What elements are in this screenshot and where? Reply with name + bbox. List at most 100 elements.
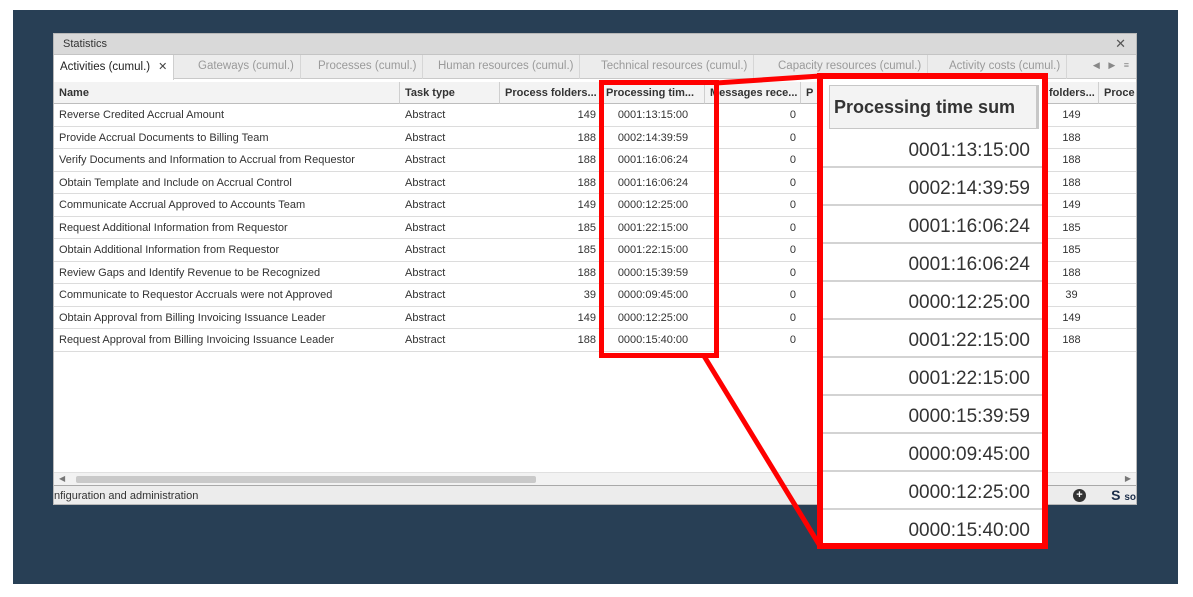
cell-name: Obtain Additional Information from Reque… xyxy=(59,244,280,256)
cell-messages-received: 0 xyxy=(789,311,796,324)
column-header-messages-received[interactable]: Messages rece... xyxy=(705,82,801,104)
cell-folders: 39 xyxy=(1065,289,1078,301)
tab-processes[interactable]: Processes (cumul.) xyxy=(312,55,424,79)
cell-process-folders: 188 xyxy=(577,154,596,166)
cell-task-type: Abstract xyxy=(405,266,446,279)
cell-process-folders: 149 xyxy=(577,311,596,324)
cell-process-folders: 188 xyxy=(577,266,596,279)
tab-label: Activities (cumul.) xyxy=(60,61,151,73)
cell-messages-received: 0 xyxy=(789,131,796,144)
title-bar: Statistics ✕ xyxy=(54,34,1136,55)
scrollbar-thumb[interactable] xyxy=(76,476,536,483)
scroll-left-icon[interactable]: ◀ xyxy=(59,474,65,483)
callout-value: 0001:16:06:24 xyxy=(823,244,1042,282)
tab-label: Gateways (cumul.) xyxy=(198,60,294,72)
cell-name: Provide Accrual Documents to Billing Tea… xyxy=(59,131,269,144)
cell-process-folders: 149 xyxy=(577,109,596,121)
cell-task-type: Abstract xyxy=(405,154,446,166)
tab-gateways[interactable]: Gateways (cumul.) xyxy=(192,55,301,79)
cell-folders: 149 xyxy=(1062,109,1081,121)
cell-name: Request Additional Information from Requ… xyxy=(59,221,288,234)
cell-messages-received: 0 xyxy=(789,266,796,279)
cell-messages-received: 0 xyxy=(789,334,796,346)
callout-value: 0002:14:39:59 xyxy=(823,168,1042,206)
logo-mark: S xyxy=(1111,487,1121,503)
cell-folders: 149 xyxy=(1062,311,1081,324)
tab-technical-resources[interactable]: Technical resources (cumul.) xyxy=(595,55,755,79)
callout-value: 0001:22:15:00 xyxy=(823,320,1042,358)
cell-task-type: Abstract xyxy=(405,311,446,324)
callout-value: 0000:15:39:59 xyxy=(823,396,1042,434)
cell-process-folders: 39 xyxy=(583,289,596,301)
highlight-box xyxy=(599,80,719,358)
callout-header: Processing time sum xyxy=(829,85,1039,129)
callout-value: 0001:16:06:24 xyxy=(823,206,1042,244)
cell-folders: 149 xyxy=(1062,199,1081,211)
zoom-callout: Processing time sum 0001:13:15:00 0002:14… xyxy=(817,73,1048,549)
cell-name: Verify Documents and Information to Accr… xyxy=(59,154,355,166)
cell-name: Request Approval from Billing Invoicing … xyxy=(59,334,335,346)
cell-folders: 185 xyxy=(1062,221,1081,234)
cell-folders: 188 xyxy=(1062,334,1081,346)
tab-label: Technical resources (cumul.) xyxy=(601,60,748,72)
callout-value: 0000:09:45:00 xyxy=(823,434,1042,472)
cell-name: Reverse Credited Accrual Amount xyxy=(59,109,225,121)
cell-folders: 185 xyxy=(1062,244,1081,256)
cell-messages-received: 0 xyxy=(789,244,796,256)
callout-value: 0001:13:15:00 xyxy=(823,130,1042,168)
column-header-name[interactable]: Name xyxy=(54,82,400,104)
close-icon[interactable]: ✕ xyxy=(1115,36,1126,52)
cell-task-type: Abstract xyxy=(405,221,446,234)
cell-process-folders: 188 xyxy=(577,176,596,189)
cell-task-type: Abstract xyxy=(405,334,446,346)
column-header-proce[interactable]: Proce xyxy=(1099,82,1136,104)
cell-task-type: Abstract xyxy=(405,109,446,121)
cell-name: Communicate Accrual Approved to Accounts… xyxy=(59,199,306,211)
callout-value: 0000:12:25:00 xyxy=(823,282,1042,320)
cell-name: Obtain Approval from Billing Invoicing I… xyxy=(59,311,326,324)
tab-close-icon[interactable]: ✕ xyxy=(158,61,167,73)
cell-folders: 188 xyxy=(1062,131,1081,144)
cell-messages-received: 0 xyxy=(789,199,796,211)
cell-name: Communicate to Requestor Accruals were n… xyxy=(59,289,333,301)
tab-label: Capacity resources (cumul.) xyxy=(778,60,922,72)
cell-messages-received: 0 xyxy=(789,109,796,121)
callout-value: 0001:22:15:00 xyxy=(823,358,1042,396)
tab-label: Activity costs (cumul.) xyxy=(949,60,1061,72)
callout-value: 0000:15:40:00 xyxy=(823,510,1042,543)
add-icon[interactable]: + xyxy=(1073,489,1086,502)
cell-folders: 188 xyxy=(1062,176,1081,189)
cell-process-folders: 188 xyxy=(577,334,596,346)
cell-folders: 188 xyxy=(1062,266,1081,279)
cell-messages-received: 0 xyxy=(789,176,796,189)
tab-scroll-icon[interactable]: ◀ ▶ ≡ xyxy=(1093,60,1132,71)
tab-human-resources[interactable]: Human resources (cumul.) xyxy=(432,55,581,79)
cell-name: Obtain Template and Include on Accrual C… xyxy=(59,176,292,189)
cell-folders: 188 xyxy=(1062,154,1081,166)
cell-task-type: Abstract xyxy=(405,289,446,301)
cell-process-folders: 185 xyxy=(577,221,596,234)
cell-process-folders: 185 xyxy=(577,244,596,256)
window-title: Statistics xyxy=(63,38,108,50)
status-text: nfiguration and administration xyxy=(54,490,199,502)
cell-process-folders: 188 xyxy=(577,131,596,144)
logo-icon: S so xyxy=(1111,487,1136,503)
cell-process-folders: 149 xyxy=(577,199,596,211)
cell-messages-received: 0 xyxy=(789,289,796,301)
callout-value: 0000:12:25:00 xyxy=(823,472,1042,510)
cell-task-type: Abstract xyxy=(405,244,446,256)
cell-task-type: Abstract xyxy=(405,176,446,189)
cell-task-type: Abstract xyxy=(405,199,446,211)
column-header-folders[interactable]: folders... xyxy=(1044,82,1099,104)
cell-task-type: Abstract xyxy=(405,131,446,144)
column-header-task-type[interactable]: Task type xyxy=(400,82,500,104)
cell-name: Review Gaps and Identify Revenue to be R… xyxy=(59,266,321,279)
tab-label: Human resources (cumul.) xyxy=(438,60,574,72)
scroll-right-icon[interactable]: ▶ xyxy=(1125,474,1131,483)
tab-activities[interactable]: Activities (cumul.) ✕ xyxy=(54,55,175,80)
cell-messages-received: 0 xyxy=(789,154,796,166)
logo-text: so xyxy=(1124,492,1136,503)
column-header-process-folders[interactable]: Process folders... xyxy=(500,82,601,104)
tab-label: Processes (cumul.) xyxy=(318,60,417,72)
cell-messages-received: 0 xyxy=(789,221,796,234)
